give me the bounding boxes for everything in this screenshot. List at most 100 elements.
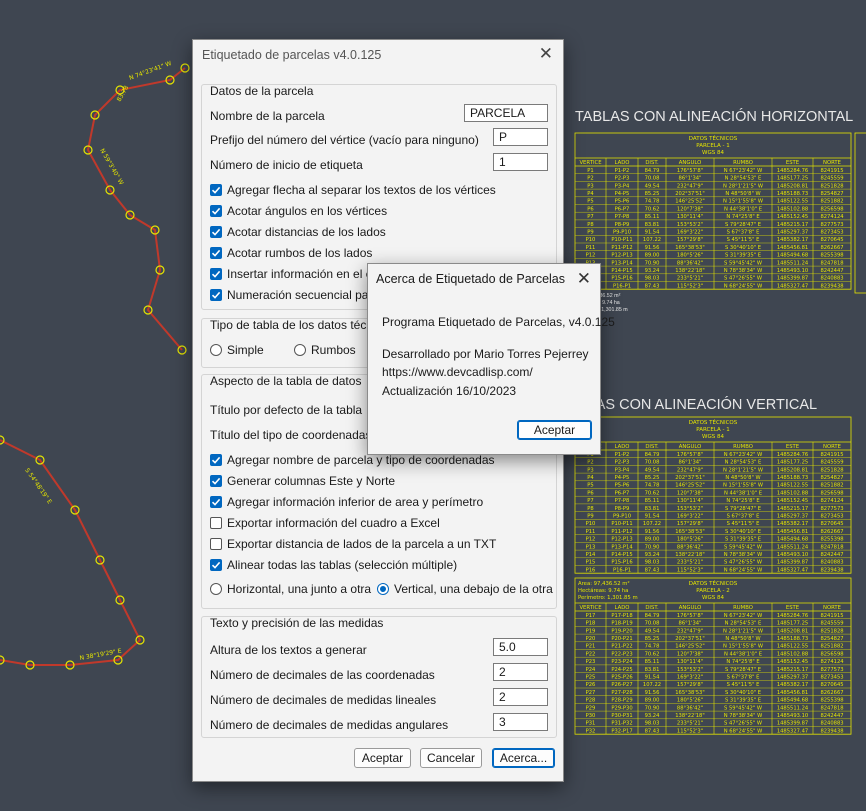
table-cell: 89.00 xyxy=(645,537,660,543)
radio-vertical[interactable]: Vertical, una debajo de la otra xyxy=(377,579,553,599)
table-cell: 1485188.73 xyxy=(777,191,808,197)
table-cell: N 67°23'42" W xyxy=(724,452,763,458)
checkbox-unchecked-icon[interactable] xyxy=(210,517,222,529)
checkbox-checked-icon[interactable] xyxy=(210,475,222,487)
close-icon[interactable]: ✕ xyxy=(577,269,591,289)
checkbox-checked-icon[interactable] xyxy=(210,496,222,508)
table-cell: S 79°28'47" E xyxy=(725,222,761,228)
checkbox-angulos[interactable]: Acotar ángulos en los vértices xyxy=(210,201,387,221)
table-cell: S 31°39'35" E xyxy=(725,698,761,704)
table-cell: N 67°23'42" W xyxy=(724,613,763,619)
table-cell: 1485122.55 xyxy=(777,483,808,489)
aceptar-button[interactable]: Aceptar xyxy=(354,748,411,768)
checkbox-checked-icon[interactable] xyxy=(210,226,222,238)
table-cell: 89.00 xyxy=(645,253,660,259)
acerca-button[interactable]: Acerca... xyxy=(492,748,555,768)
radio-selected-icon[interactable] xyxy=(377,583,389,595)
table-cell: P23-P24 xyxy=(611,659,633,665)
table-cell: 1485399.87 xyxy=(777,560,808,566)
table-cell: 157°29'8" xyxy=(677,682,703,688)
checkbox-checked-icon[interactable] xyxy=(210,184,222,196)
table-cell: 49.54 xyxy=(645,467,661,473)
table-cell: P29 xyxy=(586,705,596,711)
table-cell: P21 xyxy=(586,644,596,650)
cancelar-button[interactable]: Cancelar xyxy=(420,748,482,768)
checkbox-distancias[interactable]: Acotar distancias de los lados xyxy=(210,222,386,242)
checkbox-checked-icon[interactable] xyxy=(210,454,222,466)
table-cell: S 30°40'10" E xyxy=(725,690,761,696)
checkbox-rumbos[interactable]: Acotar rumbos de los lados xyxy=(210,243,372,263)
table-cell: N 74°25'8" E xyxy=(726,214,759,220)
checkbox-checked-icon[interactable] xyxy=(210,559,222,571)
table-cell: P4 xyxy=(587,191,594,197)
table-cell: 115°52'3" xyxy=(677,283,703,289)
table-cell: P8 xyxy=(587,506,593,512)
table-cell: 85.25 xyxy=(645,636,660,642)
inicio-input[interactable]: 1 xyxy=(493,153,548,171)
inicio-label: Número de inicio de etiqueta xyxy=(210,158,363,172)
table-cell: 8242447 xyxy=(820,552,843,558)
radio-simple[interactable]: Simple xyxy=(210,340,264,360)
table-cell: P6-P7 xyxy=(615,206,630,212)
checkbox-alinear[interactable]: Alinear todas las tablas (selección múlt… xyxy=(210,555,457,575)
radio-rumbos[interactable]: Rumbos xyxy=(294,340,356,360)
nombre-input[interactable]: PARCELA xyxy=(464,104,548,122)
table-cell: 176°57'8" xyxy=(677,168,703,174)
checkbox-checked-icon[interactable] xyxy=(210,205,222,217)
checkbox-checked-icon[interactable] xyxy=(210,289,222,301)
table-cell: P7 xyxy=(587,498,593,504)
table-cell: S 30°40'10" E xyxy=(725,245,761,251)
table-header: VERTICE xyxy=(579,160,602,166)
radio-icon[interactable] xyxy=(294,344,306,356)
dec-lineal-input[interactable]: 2 xyxy=(493,688,548,706)
prefijo-input[interactable]: P xyxy=(493,128,548,146)
table-cell: N 28°54'53" E xyxy=(725,460,762,466)
table-cell: 8277573 xyxy=(820,667,843,673)
checkbox-txt[interactable]: Exportar distancia de lados de la parcel… xyxy=(210,534,496,554)
table-cell: 1485152.45 xyxy=(777,214,808,220)
checkbox-info-area[interactable]: Agregar información inferior de area y p… xyxy=(210,492,483,512)
table-cell: P28 xyxy=(586,698,596,704)
dec-angular-input[interactable]: 3 xyxy=(493,713,548,731)
table-cell: 138°22'18" xyxy=(675,552,705,558)
table-header: LADO xyxy=(615,605,630,611)
about-aceptar-button[interactable]: Aceptar xyxy=(517,420,592,440)
table-cell: P19-P20 xyxy=(611,628,632,634)
table-cell: N 48°50'8" W xyxy=(725,191,760,197)
table-cell: 8241915 xyxy=(820,168,843,174)
table-cell: P6 xyxy=(587,206,593,212)
radio-horizontal[interactable]: Horizontal, una junto a otra xyxy=(210,579,371,599)
table-cell: P4 xyxy=(587,475,594,481)
close-icon[interactable]: ✕ xyxy=(539,44,553,64)
radio-icon[interactable] xyxy=(210,583,222,595)
table-cell: 1485456.81 xyxy=(777,245,808,251)
table-cell: 70.62 xyxy=(645,206,660,212)
table-cell: 49.54 xyxy=(645,183,661,189)
checkbox-checked-icon[interactable] xyxy=(210,268,222,280)
table-cell: P18 xyxy=(586,621,596,627)
checkbox-info-centro[interactable]: Insertar información en el cent xyxy=(210,264,388,284)
checkbox-checked-icon[interactable] xyxy=(210,247,222,259)
table-cell: 1485382.17 xyxy=(777,682,808,688)
table-cell: 1485511.24 xyxy=(777,544,809,550)
checkbox-label: Exportar información del cuadro a Excel xyxy=(227,516,440,530)
radio-icon[interactable] xyxy=(210,344,222,356)
table-cell: 1485152.45 xyxy=(777,498,808,504)
table-cell: 138°22'18" xyxy=(675,713,705,719)
checkbox-excel[interactable]: Exportar información del cuadro a Excel xyxy=(210,513,440,533)
table-cell: 202°37'51" xyxy=(675,636,705,642)
checkbox-columnas[interactable]: Generar columnas Este y Norte xyxy=(210,471,395,491)
table-cell: S 67°37'8" E xyxy=(727,514,760,520)
table-cell: 8245559 xyxy=(820,621,843,627)
checkbox-numeracion[interactable]: Numeración secuencial para to xyxy=(210,285,392,305)
group-texto-precision: Texto y precisión de las medidas Altura … xyxy=(201,616,557,738)
table-cell: 176°57'8" xyxy=(677,613,703,619)
checkbox-flecha[interactable]: Agregar flecha al separar los textos de … xyxy=(210,180,496,200)
checkbox-unchecked-icon[interactable] xyxy=(210,538,222,550)
dec-coord-row: Número de decimales de las coordenadas xyxy=(210,665,435,685)
dec-coord-input[interactable]: 2 xyxy=(493,663,548,681)
table-cell: 70.08 xyxy=(645,621,660,627)
altura-input[interactable]: 5.0 xyxy=(493,638,548,656)
table-cell: P13-P14 xyxy=(611,260,633,266)
table-cell: 8274124 xyxy=(820,214,844,220)
